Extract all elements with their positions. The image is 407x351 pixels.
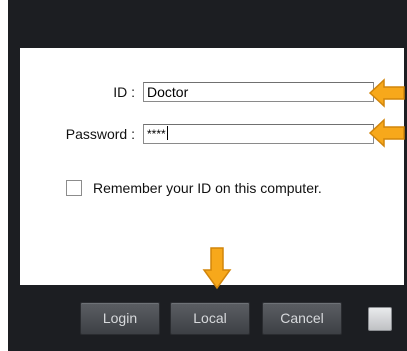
password-mask: **** [147, 127, 166, 141]
password-label: Password : [65, 126, 135, 142]
password-input[interactable]: **** [143, 124, 374, 144]
local-button[interactable]: Local [170, 302, 250, 335]
arrow-left-icon [368, 118, 405, 148]
arrow-down-icon [202, 247, 232, 290]
text-caret [166, 126, 168, 140]
id-input[interactable]: Doctor [143, 82, 374, 102]
remember-checkbox[interactable] [66, 180, 82, 196]
options-button[interactable] [368, 307, 392, 331]
cancel-button[interactable]: Cancel [262, 302, 342, 335]
id-label: ID : [113, 84, 135, 100]
login-button[interactable]: Login [80, 302, 160, 335]
remember-label[interactable]: Remember your ID on this computer. [93, 180, 322, 196]
arrow-left-icon [368, 78, 405, 108]
